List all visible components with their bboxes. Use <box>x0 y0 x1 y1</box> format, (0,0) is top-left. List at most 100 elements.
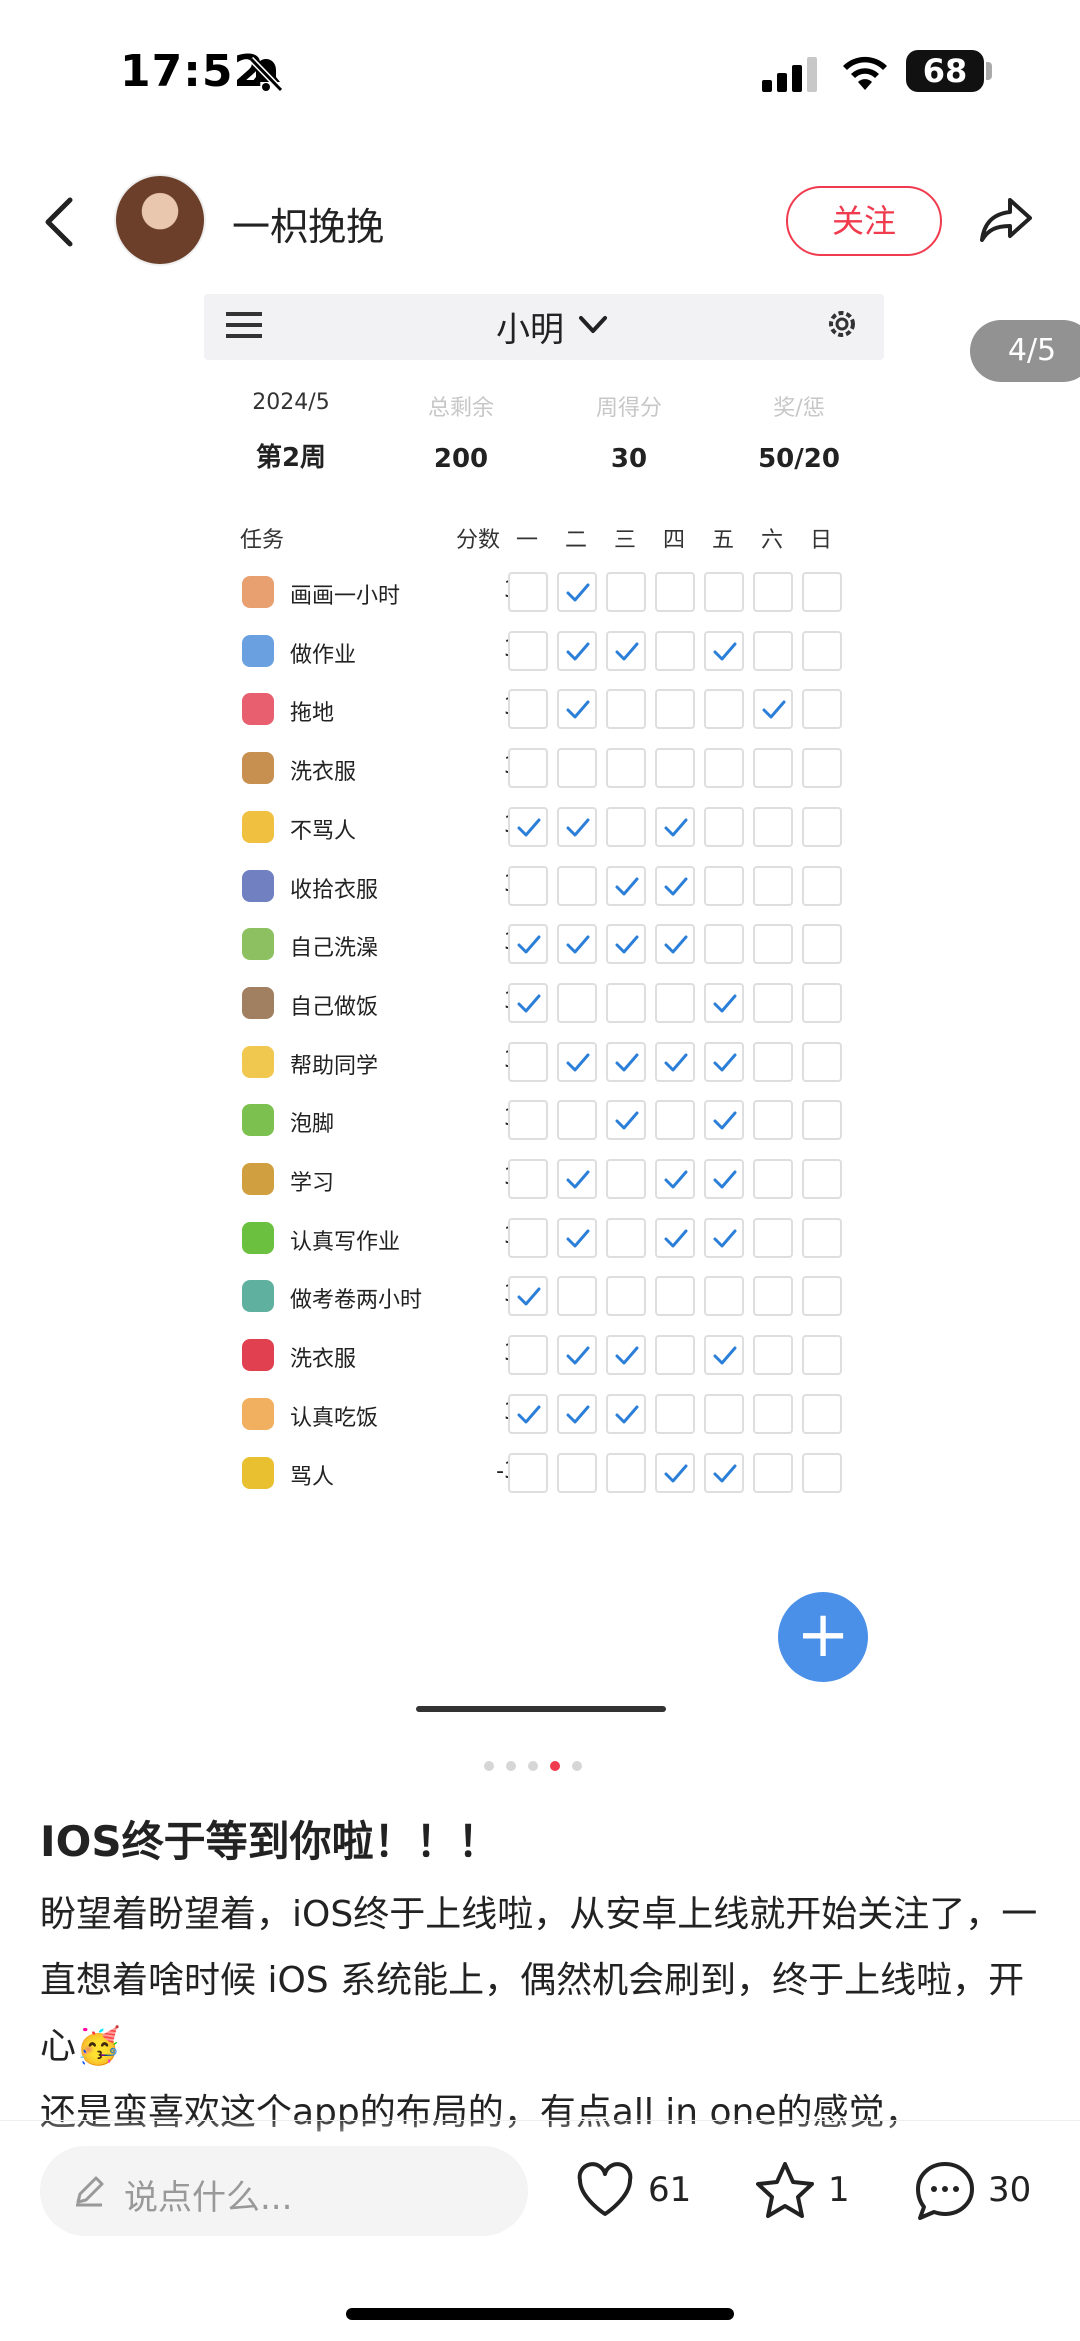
post-title: IOS终于等到你啦！！！ <box>40 1817 500 1866</box>
stat-reward: 奖/惩 50/20 <box>734 390 864 474</box>
task-name: 洗衣服 <box>290 1347 357 1373</box>
bottom-divider <box>0 2120 1080 2121</box>
star-count: 1 <box>828 2170 850 2210</box>
checkbox-checked <box>557 1393 597 1434</box>
embedded-home-bar <box>416 1706 666 1712</box>
follow-button[interactable]: 关注 <box>786 186 942 256</box>
task-name: 帮助同学 <box>290 1053 379 1079</box>
checkbox-empty <box>704 689 744 730</box>
gamepad-icon <box>242 1280 274 1313</box>
stat-date-label: 2024/5 <box>252 390 330 415</box>
checkbox-empty <box>606 1452 646 1493</box>
checkmark-icon <box>566 935 590 954</box>
task-name: 认真吃饭 <box>290 1405 379 1431</box>
author-name[interactable]: 一枳挽挽 <box>232 196 384 251</box>
checkmark-icon <box>664 1464 688 1482</box>
salad-icon <box>242 928 274 961</box>
column-header-score: 分数 <box>456 528 501 553</box>
checkmark-icon <box>615 877 639 895</box>
checkbox-empty <box>802 1217 842 1258</box>
checkbox-empty <box>753 1335 793 1376</box>
star-icon[interactable] <box>752 2158 818 2224</box>
carousel-dot <box>572 1761 582 1771</box>
checkbox-empty <box>655 1100 695 1141</box>
checkbox-checked <box>508 806 548 847</box>
stat-week-value: 第2周 <box>255 443 327 473</box>
like-heart-icon[interactable] <box>572 2158 638 2224</box>
checkbox-empty <box>508 1335 548 1376</box>
task-row: 收拾衣服3 <box>240 864 850 908</box>
checkbox-empty <box>557 1452 597 1493</box>
wifi-icon <box>843 56 887 90</box>
checkmark-icon <box>517 818 541 837</box>
column-header-day: 六 <box>761 528 784 553</box>
checkmark-icon <box>713 1053 737 1072</box>
home-indicator <box>346 2308 734 2320</box>
checkbox-empty <box>655 1276 695 1317</box>
task-name: 学习 <box>290 1171 335 1196</box>
checkmark-icon <box>664 877 688 895</box>
checkbox-checked <box>557 1217 597 1258</box>
task-name: 自己做饭 <box>290 994 379 1020</box>
checkbox-empty <box>753 630 793 671</box>
checkbox-empty <box>606 1217 646 1258</box>
battery-indicator: 68 <box>906 50 984 92</box>
checkbox-empty <box>753 1217 793 1258</box>
checkmark-icon <box>566 583 590 602</box>
checkbox-checked <box>753 689 793 730</box>
checkbox-checked <box>704 630 744 671</box>
task-row: 做作业3 <box>240 629 850 673</box>
share-icon[interactable] <box>976 190 1036 250</box>
checkbox-checked <box>704 982 744 1023</box>
heels-icon <box>242 1339 274 1372</box>
checkmark-icon <box>615 1405 639 1424</box>
post-body-line: 盼望着盼望着，iOS终于上线啦，从安卓上线就开始关注了，一直想着啥时候 iOS … <box>40 1894 1038 2067</box>
checkbox-checked <box>606 1041 646 1082</box>
checkbox-checked <box>557 1041 597 1082</box>
checkbox-checked <box>704 1217 744 1258</box>
task-row: 骂人-3 <box>240 1451 850 1495</box>
column-header-day: 三 <box>614 528 637 553</box>
checkbox-empty <box>606 1276 646 1317</box>
checkbox-empty <box>606 806 646 847</box>
column-header-day: 日 <box>810 528 833 553</box>
stat-total: 总剩余 200 <box>396 390 526 474</box>
checkbox-checked <box>655 806 695 847</box>
task-row: 做考卷两小时3 <box>240 1274 850 1318</box>
task-name: 做考卷两小时 <box>290 1288 423 1314</box>
stat-week-score-value: 30 <box>610 444 648 474</box>
child-name: 小明 <box>496 310 564 350</box>
checkbox-checked <box>655 924 695 965</box>
add-task-button: + <box>778 1592 868 1682</box>
checkbox-empty <box>655 748 695 789</box>
checkbox-empty <box>704 924 744 965</box>
comment-bubble-icon[interactable] <box>912 2158 978 2224</box>
checkbox-empty <box>753 1452 793 1493</box>
checkmark-icon <box>713 994 737 1013</box>
bowl-icon <box>242 634 274 667</box>
checkmark-icon <box>664 935 688 954</box>
checkmark-icon <box>615 1053 639 1072</box>
checkmark-icon <box>615 935 639 954</box>
checkmark-icon <box>615 1346 639 1365</box>
task-name: 拖地 <box>290 701 335 727</box>
checkbox-empty <box>704 572 744 612</box>
checkbox-empty <box>557 1100 597 1141</box>
column-header-day: 四 <box>663 528 686 553</box>
task-name: 泡脚 <box>290 1112 335 1138</box>
author-avatar[interactable] <box>114 174 206 266</box>
checkmark-icon <box>713 1170 737 1189</box>
checkbox-empty <box>802 865 842 906</box>
task-name: 骂人 <box>290 1464 335 1490</box>
column-header-task: 任务 <box>240 528 285 553</box>
checkbox-empty <box>655 630 695 671</box>
checkbox-checked <box>606 1393 646 1434</box>
back-arrow-icon[interactable] <box>40 194 80 250</box>
checkmark-icon <box>713 1111 737 1130</box>
pencil-icon <box>76 2176 104 2207</box>
headphones-icon <box>242 1397 274 1430</box>
checkmark-icon <box>713 1229 737 1248</box>
checkbox-empty <box>704 1393 744 1434</box>
task-row: 不骂人3 <box>240 805 850 849</box>
checkbox-empty <box>606 1159 646 1199</box>
